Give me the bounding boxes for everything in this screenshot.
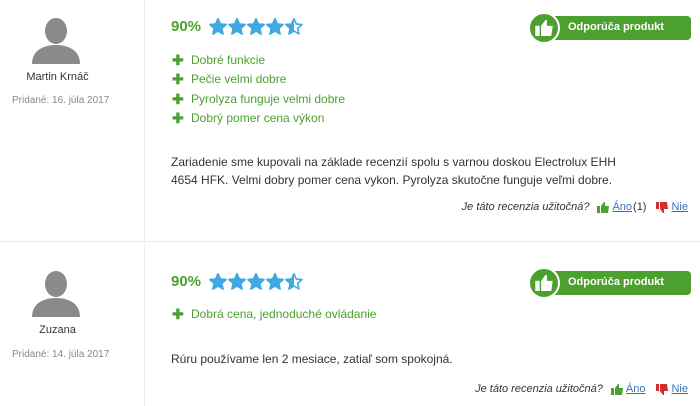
helpful-yes-count: (1) — [633, 201, 647, 213]
thumbs-up-icon[interactable] — [597, 201, 610, 213]
user-silhouette-icon — [32, 18, 80, 64]
thumbs-up-icon — [528, 267, 560, 299]
author-name: Martin Krnáč — [26, 71, 89, 83]
star-icon — [228, 273, 246, 290]
helpful-question: Je táto recenzia užitočná? — [461, 201, 590, 213]
author-column: Martin Krnáč Pridané: 16. júla 2017 — [0, 0, 145, 242]
pros-item: ✚ Pyrolyza funguje velmi dobre — [172, 89, 345, 109]
helpful-yes-link[interactable]: Áno — [612, 201, 632, 213]
review-item: Martin Krnáč Pridané: 16. júla 2017 90% … — [0, 0, 700, 242]
recommend-badge: Odporúča produkt — [528, 267, 691, 299]
thumbs-down-icon[interactable] — [656, 383, 669, 395]
pros-item: ✚ Pečie velmi dobre — [172, 70, 345, 90]
helpful-question: Je táto recenzia užitočná? — [475, 383, 603, 395]
star-icon — [247, 18, 265, 35]
recommend-label: Odporúča produkt — [568, 21, 664, 33]
pros-item: ✚ Dobrá cena, jednoduché ovládanie — [172, 304, 376, 324]
star-icon — [266, 18, 284, 35]
pros-text: Dobrá cena, jednoduché ovládanie — [191, 306, 377, 321]
recommend-label: Odporúča produkt — [568, 276, 664, 288]
review-item: Zuzana Pridané: 14. júla 2017 90% ✚ Dobrá… — [0, 243, 700, 406]
pros-list: ✚ Dobrá cena, jednoduché ovládanie — [172, 304, 376, 324]
review-text: Rúru používame len 2 mesiace, zatiaľ som… — [171, 352, 453, 366]
rating: 90% — [171, 18, 304, 35]
thumbs-down-icon[interactable] — [656, 201, 669, 213]
star-icon — [285, 18, 303, 35]
author-name: Zuzana — [39, 324, 76, 336]
star-icon — [247, 273, 265, 290]
thumbs-up-icon[interactable] — [610, 383, 623, 395]
recommend-badge: Odporúča produkt — [528, 12, 691, 44]
rating-percent: 90% — [171, 18, 202, 35]
star-icon — [266, 273, 284, 290]
pros-item: ✚ Dobré funkcie — [172, 50, 345, 70]
plus-icon: ✚ — [172, 305, 184, 322]
author-column: Zuzana Pridané: 14. júla 2017 — [0, 243, 145, 406]
helpful-yes-link[interactable]: Áno — [626, 383, 646, 395]
star-icon — [209, 273, 227, 290]
thumbs-up-icon — [528, 12, 560, 44]
pros-text: Pečie velmi dobre — [191, 72, 287, 87]
star-rating — [209, 273, 304, 290]
star-rating — [209, 18, 304, 35]
helpful-no-link[interactable]: Nie — [671, 383, 688, 395]
rating: 90% — [171, 273, 304, 290]
star-icon — [285, 273, 303, 290]
review-date: Pridané: 14. júla 2017 — [12, 349, 110, 360]
pros-text: Dobré funkcie — [191, 52, 266, 67]
star-icon — [228, 18, 246, 35]
pros-list: ✚ Dobré funkcie ✚ Pečie velmi dobre ✚ Pyrol… — [172, 50, 345, 128]
plus-icon: ✚ — [172, 110, 184, 127]
review-text: Zariadenie sme kupovali na základe recen… — [171, 155, 616, 187]
user-silhouette-icon — [32, 271, 80, 317]
pros-text: Dobrý pomer cena výkon — [191, 111, 325, 126]
pros-text: Pyrolyza funguje velmi dobre — [191, 91, 346, 106]
rating-percent: 90% — [171, 273, 202, 290]
helpfulness: Je táto recenzia užitočná? Áno Nie — [475, 383, 688, 395]
helpful-no-link[interactable]: Nie — [671, 201, 688, 213]
plus-icon: ✚ — [172, 90, 184, 107]
plus-icon: ✚ — [172, 51, 184, 68]
plus-icon: ✚ — [172, 71, 184, 88]
helpfulness: Je táto recenzia užitočná? Áno (1) Nie — [462, 201, 688, 213]
review-date: Pridané: 16. júla 2017 — [12, 95, 110, 106]
pros-item: ✚ Dobrý pomer cena výkon — [172, 109, 345, 129]
star-icon — [209, 18, 227, 35]
review-divider — [0, 241, 700, 242]
